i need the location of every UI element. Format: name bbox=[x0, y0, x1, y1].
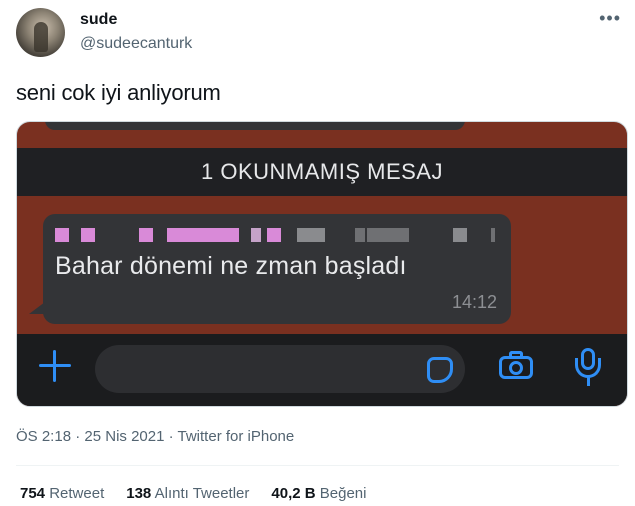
author-name[interactable]: sude bbox=[80, 11, 117, 29]
more-options-icon[interactable]: ••• bbox=[599, 8, 621, 29]
plus-icon bbox=[37, 348, 73, 384]
tweet-stats: 754 Retweet 138 Alıntı Tweetler 40,2 B B… bbox=[20, 485, 366, 502]
blurred-sender-name bbox=[55, 228, 495, 242]
chat-input-bar bbox=[17, 334, 627, 406]
sticker-icon bbox=[427, 357, 453, 383]
avatar[interactable] bbox=[16, 8, 65, 57]
unread-banner: 1 OKUNMAMIŞ MESAJ bbox=[17, 148, 627, 196]
message-time: 14:12 bbox=[451, 292, 497, 312]
camera-icon bbox=[499, 351, 533, 379]
author-handle[interactable]: @sudeecanturk bbox=[80, 35, 192, 53]
meta-separator: · bbox=[164, 428, 178, 445]
retweets-label: Retweet bbox=[49, 485, 105, 502]
tweet-date[interactable]: 25 Nis 2021 bbox=[84, 428, 164, 445]
tweet-text: seni cok iyi anliyorum bbox=[16, 80, 221, 105]
likes-count: 40,2 B bbox=[271, 485, 316, 502]
quotes-count: 138 bbox=[126, 485, 152, 502]
divider bbox=[16, 465, 619, 466]
likes-label: Beğeni bbox=[319, 485, 367, 502]
message-text: Bahar dönemi ne zman başladı bbox=[55, 252, 407, 280]
tweet-meta: ÖS 2:18 · 25 Nis 2021 · Twitter for iPho… bbox=[16, 428, 294, 445]
quotes-label: Alıntı Tweetler bbox=[154, 485, 250, 502]
tweet-time[interactable]: ÖS 2:18 bbox=[16, 428, 71, 445]
likes-stat[interactable]: 40,2 B Beğeni bbox=[271, 485, 366, 502]
unread-banner-label: 1 OKUNMAMIŞ MESAJ bbox=[201, 159, 443, 184]
meta-separator: · bbox=[71, 428, 85, 445]
previous-message-bubble bbox=[45, 122, 465, 130]
microphone-icon bbox=[573, 348, 603, 388]
quote-tweets-stat[interactable]: 138 Alıntı Tweetler bbox=[126, 485, 249, 502]
message-bubble: Bahar dönemi ne zman başladı 14:12 bbox=[43, 214, 511, 324]
message-input bbox=[95, 345, 465, 393]
retweets-stat[interactable]: 754 Retweet bbox=[20, 485, 104, 502]
retweets-count: 754 bbox=[20, 485, 46, 502]
tweet-source[interactable]: Twitter for iPhone bbox=[178, 428, 295, 445]
tweet-media-image[interactable]: 1 OKUNMAMIŞ MESAJ Bahar dönemi ne zman b… bbox=[16, 121, 628, 407]
